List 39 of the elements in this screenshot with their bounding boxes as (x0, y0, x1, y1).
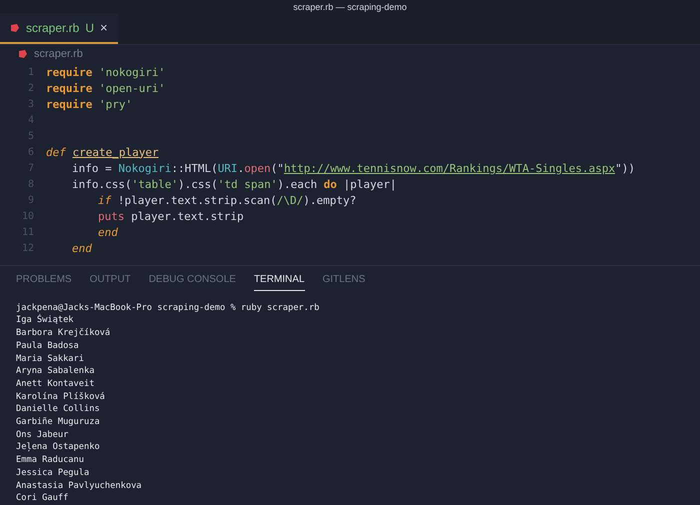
ruby-file-icon (10, 22, 20, 32)
panel-tab[interactable]: PROBLEMS (16, 274, 72, 291)
terminal-line: jackpena@Jacks-MacBook-Pro scraping-demo % ruby scraper.rb (16, 302, 320, 314)
terminal-line: Aryna Sabalenka (16, 365, 96, 378)
terminal-line: Garbiñe Muguruza (16, 416, 101, 429)
terminal-line: Karolína Plíšková (16, 390, 106, 404)
code-line: info = Nokogiri::HTML(URI.open("http://www.tennisnow.com/Rankings/WTA-Singles.aspx")) (72, 162, 635, 174)
terminal-line: Anastasia Pavlyuchenkova (16, 480, 143, 492)
panel-tab[interactable]: TERMINAL (254, 274, 304, 291)
ruby-file-icon (18, 48, 28, 58)
panel-tab[interactable]: OUTPUT (90, 274, 131, 291)
panel-tab[interactable]: GITLENS (322, 274, 366, 291)
code-line: end (72, 242, 92, 254)
code-line: end (98, 226, 118, 238)
terminal-line: Maria Sakkari (16, 352, 85, 366)
terminal-line: Anett Kontaveit (16, 378, 96, 391)
panel-tab[interactable]: DEBUG CONSOLE (148, 274, 236, 291)
terminal-line: Barbora Krejčíková (16, 327, 112, 340)
breadcrumb[interactable]: scraper.rb (34, 48, 83, 60)
code-line: def create_player (46, 146, 159, 158)
terminal-line: Jeļena Ostapenko (16, 441, 101, 454)
code-line: require 'nokogiri' (46, 66, 166, 78)
code-line: require 'open-uri' (46, 82, 166, 94)
terminal-line: Ons Jabeur (16, 428, 70, 442)
terminal-line: Paula Badosa (16, 340, 80, 353)
close-icon[interactable]: × (100, 20, 108, 35)
code-line: info.css('table').css('td span').each do |player| (72, 178, 396, 190)
terminal-line: Cori Gauff (16, 492, 70, 505)
window-title: scraper.rb — scraping-demo (293, 2, 407, 12)
code-line: puts player.text.strip (98, 210, 244, 222)
terminal-line: Jessica Pegula (16, 466, 90, 480)
terminal-line: Danielle Collins (16, 403, 101, 416)
untracked-status: U (85, 20, 94, 34)
code-line: require 'pry' (46, 98, 132, 110)
editor-tab[interactable]: scraper.rb U × (0, 13, 118, 44)
tab-filename: scraper.rb (26, 20, 80, 34)
code-line: if !player.text.strip.scan(/\D/).empty? (98, 194, 356, 206)
terminal-line: Iga Świątek (16, 314, 75, 328)
terminal-line: Emma Raducanu (16, 454, 85, 467)
